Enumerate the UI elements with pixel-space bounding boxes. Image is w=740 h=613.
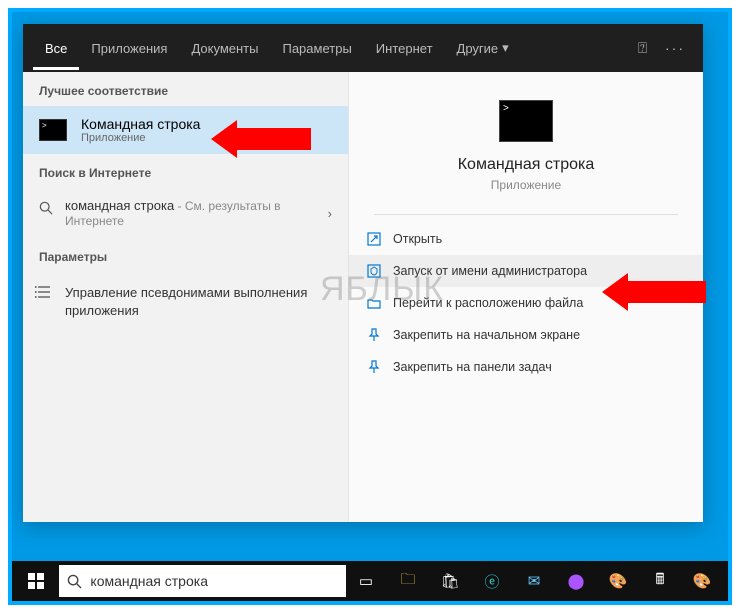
tab-web[interactable]: Интернет — [364, 27, 445, 70]
search-input[interactable] — [90, 573, 338, 589]
results-left-column: Лучшее соответствие Командная строка При… — [23, 72, 348, 522]
divider — [374, 214, 678, 215]
action-pin-start-label: Закрепить на начальном экране — [393, 328, 580, 342]
open-icon — [367, 232, 381, 246]
app-icon-large — [499, 100, 553, 142]
chevron-right-icon: › — [328, 206, 332, 221]
explorer-icon[interactable]: 🗀 — [388, 561, 428, 601]
calculator-icon[interactable]: 🖩 — [640, 561, 680, 601]
cmd-icon — [39, 119, 67, 141]
web-search-label: Поиск в Интернете — [23, 154, 348, 188]
search-icon — [67, 574, 82, 589]
best-match-item[interactable]: Командная строка Приложение — [23, 106, 348, 154]
action-pin-taskbar[interactable]: Закрепить на панели задач — [349, 351, 703, 383]
settings-item-label: Управление псевдонимами выполнения прило… — [65, 285, 307, 318]
settings-label: Параметры — [23, 238, 348, 272]
best-match-subtitle: Приложение — [81, 132, 200, 144]
taskbar: ▭ 🗀 🛍 ⓔ ✉ ⬤ 🎨 🖩 🎨 — [12, 561, 728, 601]
tab-more-label: Другие — [457, 41, 499, 56]
tab-all[interactable]: Все — [33, 27, 79, 70]
action-open-location[interactable]: Перейти к расположению файла — [349, 287, 703, 319]
shield-icon — [367, 264, 381, 278]
action-run-as-admin[interactable]: Запуск от имени администратора — [349, 255, 703, 287]
search-icon — [39, 201, 53, 215]
settings-item-aliases[interactable]: Управление псевдонимами выполнения прило… — [23, 272, 348, 331]
search-tabs: Все Приложения Документы Параметры Интер… — [23, 24, 703, 72]
taskbar-search[interactable] — [59, 565, 346, 597]
web-search-item[interactable]: командная строка - См. результаты в Инте… — [23, 188, 348, 238]
result-preview-pane: Командная строка Приложение Открыть Запу… — [348, 72, 703, 522]
tab-documents[interactable]: Документы — [179, 27, 270, 70]
action-open[interactable]: Открыть — [349, 223, 703, 255]
app-title: Командная строка — [458, 156, 595, 174]
pin-icon — [367, 328, 381, 342]
tab-more[interactable]: Другие ▾ — [445, 26, 521, 70]
action-pin-taskbar-label: Закрепить на панели задач — [393, 360, 552, 374]
tab-apps[interactable]: Приложения — [79, 27, 179, 70]
start-button[interactable] — [12, 561, 59, 601]
list-icon — [35, 285, 51, 299]
action-pin-start[interactable]: Закрепить на начальном экране — [349, 319, 703, 351]
search-results-panel: Все Приложения Документы Параметры Интер… — [23, 24, 703, 522]
taskview-icon[interactable]: ▭ — [346, 561, 386, 601]
app-subtitle: Приложение — [491, 178, 561, 192]
store-icon[interactable]: 🛍 — [430, 561, 470, 601]
palette-icon[interactable]: 🎨 — [682, 561, 722, 601]
action-run-as-admin-label: Запуск от имени администратора — [393, 264, 587, 278]
viber-icon[interactable]: ⬤ — [556, 561, 596, 601]
pin-icon — [367, 360, 381, 374]
folder-icon — [367, 296, 381, 310]
more-options-icon[interactable]: ··· — [665, 40, 685, 56]
best-match-label: Лучшее соответствие — [23, 72, 348, 106]
action-open-label: Открыть — [393, 232, 442, 246]
action-open-location-label: Перейти к расположению файла — [393, 296, 583, 310]
mail-icon[interactable]: ✉ — [514, 561, 554, 601]
chevron-down-icon: ▾ — [502, 40, 509, 56]
web-search-query: командная строка — [65, 198, 174, 213]
best-match-title: Командная строка — [81, 116, 200, 132]
edge-icon[interactable]: ⓔ — [472, 561, 512, 601]
paint-icon[interactable]: 🎨 — [598, 561, 638, 601]
tab-settings[interactable]: Параметры — [270, 27, 363, 70]
feedback-icon[interactable]: ⍰ — [638, 40, 647, 57]
